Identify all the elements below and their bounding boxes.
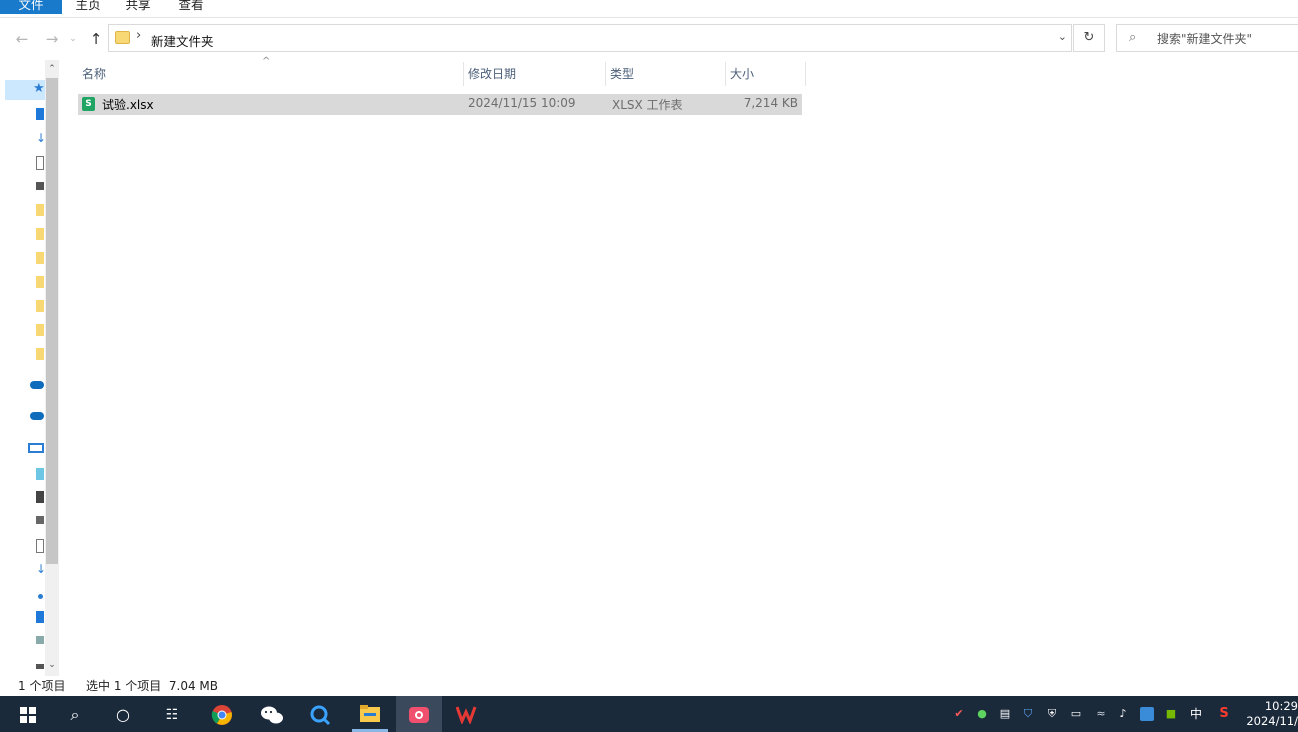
file-row[interactable]: S 试验.xlsx 2024/11/15 10:09 XLSX 工作表 7,21… [78, 94, 802, 115]
nav-folder-icon[interactable] [36, 276, 44, 288]
scroll-down-icon[interactable]: ⌄ [45, 658, 59, 672]
nav-picture-icon[interactable] [36, 516, 44, 524]
folder-icon [115, 31, 130, 44]
tray-app-icon[interactable]: ✔ [952, 707, 966, 721]
tray-security-icon[interactable]: ⛨ [1045, 707, 1059, 721]
chrome-icon[interactable] [211, 704, 233, 726]
cortana-icon[interactable]: ○ [112, 704, 134, 726]
nav-folder-icon[interactable] [36, 204, 44, 216]
search-icon: ⌕ [1129, 30, 1137, 45]
taskbar: ⌕ ○ ☷ ✔ ● ▤ ⛉ ⛨ ▭ ≈ ♪ ■ 中 S 10:29 2024/1… [0, 696, 1298, 732]
address-chevron-down-icon[interactable]: ⌄ [1058, 30, 1067, 43]
breadcrumb-chevron-right-icon[interactable]: › [136, 28, 141, 43]
address-bar[interactable]: › 新建文件夹 ⌄ [108, 24, 1072, 52]
tray-wechat-icon[interactable]: ● [975, 707, 989, 721]
file-size: 7,214 KB [743, 96, 798, 110]
recent-chevron-down-icon[interactable]: ⌄ [66, 28, 80, 50]
file-explorer-icon[interactable] [359, 704, 381, 726]
tray-battery-icon[interactable]: ▭ [1069, 707, 1083, 721]
wechat-icon[interactable] [260, 704, 283, 726]
ribbon-tabs: 文件 主页 共享 查看 [0, 0, 1298, 18]
nav-desktop-icon[interactable] [36, 611, 44, 623]
star-icon: ★ [33, 81, 45, 96]
column-header-name[interactable]: 名称 [78, 62, 464, 86]
status-selection: 选中 1 个项目 7.04 MB [86, 679, 219, 693]
nav-drive-icon[interactable] [36, 636, 44, 644]
screen-recorder-icon[interactable] [408, 704, 430, 726]
nav-onedrive-icon[interactable] [30, 412, 44, 420]
nav-picture-icon[interactable] [36, 182, 44, 190]
nav-desktop-icon[interactable] [36, 108, 44, 120]
refresh-icon[interactable]: ↻ [1073, 24, 1105, 52]
file-name: 试验.xlsx [102, 98, 154, 112]
nav-3d-objects-icon[interactable] [36, 468, 44, 480]
tray-app-icon[interactable] [1140, 707, 1154, 721]
scroll-up-icon[interactable]: ⌃ [45, 62, 59, 76]
nav-music-icon[interactable] [38, 594, 43, 599]
excel-file-icon: S [82, 97, 95, 111]
nav-document-icon[interactable] [36, 156, 44, 170]
file-modified-date: 2024/11/15 10:09 [468, 96, 576, 110]
forward-icon[interactable]: → [42, 28, 62, 50]
search-box[interactable]: ⌕ [1116, 24, 1298, 52]
column-header-type[interactable]: 类型 [606, 62, 726, 86]
nav-download-icon[interactable]: ↓ [36, 132, 46, 144]
tray-nvidia-icon[interactable]: ■ [1164, 707, 1178, 721]
file-type: XLSX 工作表 [612, 98, 683, 112]
tray-volume-icon[interactable]: ♪ [1116, 707, 1130, 721]
up-arrow-icon[interactable]: ↑ [86, 28, 106, 50]
column-header-modified[interactable]: 修改日期 [464, 62, 606, 86]
nav-folder-icon[interactable] [36, 324, 44, 336]
sogou-input-icon[interactable]: S [1217, 707, 1231, 721]
tab-view[interactable]: 查看 [173, 0, 209, 14]
breadcrumb-current-folder[interactable]: 新建文件夹 [151, 31, 214, 50]
tab-home[interactable]: 主页 [70, 0, 106, 14]
nav-folder-icon[interactable] [36, 300, 44, 312]
search-input[interactable] [1155, 29, 1298, 49]
status-bar: 1 个项目 选中 1 个项目 7.04 MB [0, 676, 1298, 696]
nav-scrollbar-thumb[interactable] [46, 78, 58, 564]
nav-drive-icon[interactable] [36, 664, 44, 669]
wps-office-icon[interactable] [455, 704, 478, 726]
nav-document-icon[interactable] [36, 539, 44, 553]
clock-date: 2024/11/ [1246, 714, 1298, 728]
nav-folder-icon[interactable] [36, 252, 44, 264]
clock-time: 10:29 [1264, 699, 1298, 713]
tab-file[interactable]: 文件 [0, 0, 62, 14]
browser-search-icon[interactable] [309, 704, 331, 726]
taskbar-clock[interactable]: 10:29 2024/11/ [1246, 699, 1298, 729]
tray-wifi-icon[interactable]: ≈ [1094, 707, 1108, 721]
back-icon[interactable]: ← [12, 28, 32, 50]
nav-folder-icon[interactable] [36, 348, 44, 360]
column-header-size[interactable]: 大小 [726, 62, 806, 86]
nav-onedrive-icon[interactable] [30, 381, 44, 389]
tab-share[interactable]: 共享 [120, 0, 156, 14]
nav-video-icon[interactable] [36, 491, 44, 503]
windows-start-icon[interactable] [17, 704, 39, 726]
tray-shield-icon[interactable]: ⛉ [1021, 707, 1035, 721]
nav-this-pc-icon[interactable] [28, 443, 44, 453]
task-view-icon[interactable]: ☷ [161, 704, 183, 726]
search-icon[interactable]: ⌕ [64, 704, 86, 726]
ime-language-indicator[interactable]: 中 [1189, 707, 1203, 721]
nav-download-icon[interactable]: ↓ [36, 563, 46, 575]
tray-window-icon[interactable]: ▤ [998, 707, 1012, 721]
nav-folder-icon[interactable] [36, 228, 44, 240]
status-item-count: 1 个项目 [18, 679, 66, 693]
